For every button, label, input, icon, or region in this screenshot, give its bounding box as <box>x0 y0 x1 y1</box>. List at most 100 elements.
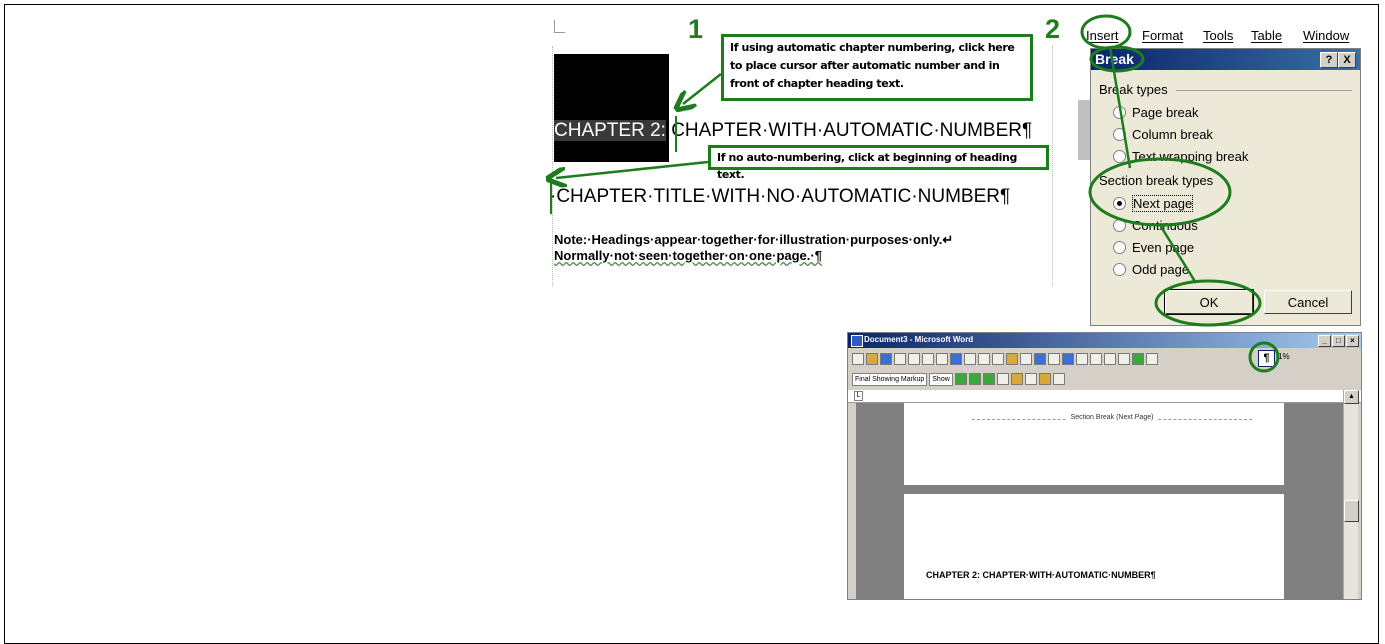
new-icon[interactable] <box>852 353 864 365</box>
radio-circle <box>1113 106 1126 120</box>
section-break-label: Section Break (Next Page) <box>1066 414 1158 421</box>
minimize-icon[interactable]: _ <box>1318 335 1331 347</box>
menu-tools[interactable]: Tools <box>1203 28 1233 43</box>
previous-change-icon[interactable] <box>954 373 967 385</box>
radio-label: Column break <box>1132 127 1213 142</box>
radio-circle <box>1113 241 1126 255</box>
columns-icon[interactable] <box>1118 353 1130 365</box>
track-changes-icon[interactable] <box>1024 373 1037 385</box>
chapter-heading-no-number[interactable]: ·CHAPTER·TITLE·WITH·NO·AUTOMATIC·NUMBER¶ <box>550 186 1010 208</box>
note-line-2: Normally·not·seen·together·on·one·page.·… <box>554 248 822 263</box>
callout-no-auto-numbering: If no auto-numbering, click at beginning… <box>708 145 1049 181</box>
radio-next-page[interactable]: Next page <box>1113 195 1194 212</box>
show-menu[interactable]: Show <box>929 372 953 386</box>
ruler: L <box>848 390 1361 403</box>
reviewing-pane-icon[interactable] <box>1038 373 1051 385</box>
insert-comment-icon[interactable] <box>1010 373 1023 385</box>
print-icon[interactable] <box>922 353 934 365</box>
copy-icon[interactable] <box>992 353 1004 365</box>
open-icon[interactable] <box>866 353 878 365</box>
menu-table[interactable]: Table <box>1251 28 1282 43</box>
page-2-heading[interactable]: CHAPTER 2: CHAPTER·WITH·AUTOMATIC·NUMBER… <box>926 570 1156 580</box>
ok-button[interactable]: OK <box>1164 289 1254 315</box>
cursor-marker-1 <box>675 116 677 152</box>
dialog-title: Break <box>1095 51 1134 67</box>
cursor-marker-2 <box>550 180 552 214</box>
format-painter-icon[interactable] <box>1020 353 1032 365</box>
scroll-thumb[interactable] <box>1344 500 1359 522</box>
insert-table-icon[interactable] <box>1090 353 1102 365</box>
insert-excel-icon[interactable] <box>1104 353 1116 365</box>
email-icon[interactable] <box>908 353 920 365</box>
radio-page-break[interactable]: Page break <box>1113 105 1199 120</box>
permission-icon[interactable] <box>894 353 906 365</box>
tab-selector[interactable]: L <box>854 391 863 401</box>
word-window: Document3 - Microsoft Word _ □ × ¶ 1% Fi… <box>847 332 1362 600</box>
tables-borders-icon[interactable] <box>1076 353 1088 365</box>
undo-icon[interactable] <box>1034 353 1046 365</box>
zoom-field[interactable]: 1% <box>1278 352 1290 361</box>
radio-column-break[interactable]: Column break <box>1113 127 1213 142</box>
callout-automatic-numbering: If using automatic chapter numbering, cl… <box>721 34 1033 101</box>
radio-label: Continuous <box>1132 218 1198 233</box>
chapter-auto-number: CHAPTER 2: <box>554 120 666 141</box>
hyperlink-icon[interactable] <box>1062 353 1074 365</box>
maximize-icon[interactable]: □ <box>1332 335 1345 347</box>
cut-icon[interactable] <box>978 353 990 365</box>
research-icon[interactable] <box>964 353 976 365</box>
close-button[interactable]: X <box>1338 52 1356 68</box>
reject-change-icon[interactable] <box>996 373 1009 385</box>
help-button[interactable]: ? <box>1320 52 1338 68</box>
print-preview-icon[interactable] <box>936 353 948 365</box>
radio-circle <box>1113 150 1126 164</box>
menu-window[interactable]: Window <box>1303 28 1349 43</box>
menu-bar: Insert Format Tools Table Window <box>1079 20 1361 50</box>
vertical-scrollbar[interactable]: ▲ <box>1343 390 1359 599</box>
radio-circle-selected <box>1113 197 1126 211</box>
document-area: Section Break (Next Page) CHAPTER 2: CHA… <box>856 403 1344 599</box>
note-line-1: Note:·Headings·appear·together·for·illus… <box>554 232 954 247</box>
menu-insert[interactable]: Insert <box>1086 28 1119 43</box>
scroll-up-icon[interactable]: ▲ <box>1344 390 1359 404</box>
word-app-icon <box>851 335 863 347</box>
note-paragraph: Note:·Headings·appear·together·for·illus… <box>554 232 953 264</box>
break-types-label: Break types <box>1099 82 1168 97</box>
page-1: Section Break (Next Page) <box>904 403 1284 485</box>
spelling-icon[interactable] <box>950 353 962 365</box>
radio-odd-page[interactable]: Odd page <box>1113 262 1189 277</box>
radio-label: Page break <box>1132 105 1199 120</box>
radio-text-wrapping-break[interactable]: Text wrapping break <box>1113 149 1248 164</box>
show-hide-formatting-icon[interactable]: ¶ <box>1258 350 1275 367</box>
radio-continuous[interactable]: Continuous <box>1113 218 1198 233</box>
group-divider <box>1176 90 1352 91</box>
markup-select[interactable]: Final Showing Markup <box>852 372 928 386</box>
page-corner-mark <box>554 20 565 33</box>
accept-change-icon[interactable] <box>982 373 995 385</box>
radio-label: Next page <box>1132 195 1194 212</box>
cancel-button[interactable]: Cancel <box>1264 290 1352 314</box>
section-break-marker: Section Break (Next Page) <box>972 414 1252 427</box>
background-window-strip <box>1078 100 1090 160</box>
paste-icon[interactable] <box>1006 353 1018 365</box>
chapter-number-image <box>554 54 669 162</box>
document-map-icon[interactable] <box>1146 353 1158 365</box>
reviewing-toolbar: Final Showing Markup Show <box>852 370 1065 388</box>
radio-circle <box>1113 263 1126 277</box>
section-break-types-label: Section break types <box>1099 173 1214 188</box>
chapter-heading-automatic[interactable]: CHAPTER 2: CHAPTER·WITH·AUTOMATIC·NUMBER… <box>554 120 1032 142</box>
close-icon[interactable]: × <box>1346 335 1359 347</box>
radio-label: Even page <box>1132 240 1195 255</box>
right-margin-guide <box>1052 46 1054 286</box>
menu-format[interactable]: Format <box>1142 28 1183 43</box>
radio-label: Odd page <box>1132 262 1190 277</box>
save-icon[interactable] <box>880 353 892 365</box>
dialog-titlebar: Break ? X <box>1091 49 1360 70</box>
break-dialog: Break ? X Break types Page break Column … <box>1090 48 1361 326</box>
redo-icon[interactable] <box>1048 353 1060 365</box>
chapter-heading-text: CHAPTER·WITH·AUTOMATIC·NUMBER¶ <box>665 120 1033 141</box>
drawing-icon[interactable] <box>1132 353 1144 365</box>
radio-even-page[interactable]: Even page <box>1113 240 1194 255</box>
reviewing-icon[interactable] <box>1052 373 1065 385</box>
next-change-icon[interactable] <box>968 373 981 385</box>
radio-circle <box>1113 219 1126 233</box>
